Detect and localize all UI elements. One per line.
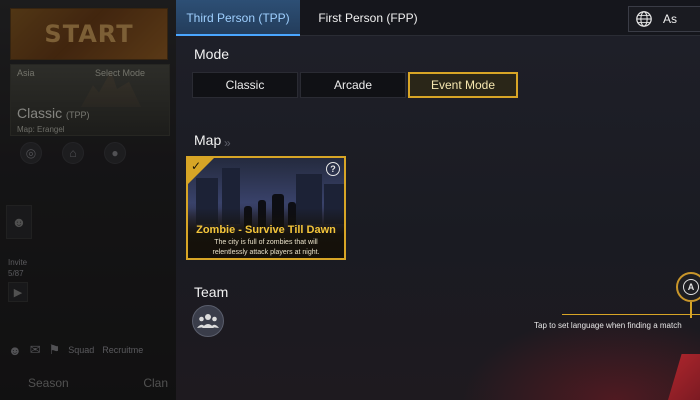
corner-decoration bbox=[668, 354, 700, 400]
start-button-label: START bbox=[44, 20, 134, 48]
flag-icon[interactable]: ⚑ bbox=[49, 342, 61, 358]
mode-options: Classic Arcade Event Mode bbox=[192, 72, 518, 98]
tab-third-person-label: Third Person (TPP) bbox=[186, 11, 290, 25]
invite-label: Invite bbox=[8, 258, 28, 267]
mode-option-classic[interactable]: Classic bbox=[192, 72, 298, 98]
team-matching-icon[interactable] bbox=[192, 305, 224, 337]
invite-count: 5/87 bbox=[8, 269, 24, 278]
language-a-icon: A bbox=[683, 279, 699, 295]
current-mode-view: (TPP) bbox=[66, 110, 90, 120]
season-tab[interactable]: Season bbox=[28, 376, 69, 390]
recruit-label[interactable]: Recruitme bbox=[102, 345, 143, 355]
map-card-title: Zombie - Survive Till Dawn bbox=[196, 224, 336, 236]
tab-first-person-label: First Person (FPP) bbox=[318, 11, 418, 25]
lobby-footer-tabs: Season Clan bbox=[28, 376, 168, 390]
tab-first-person[interactable]: First Person (FPP) bbox=[310, 0, 426, 36]
lobby-shortcut-icons: ◎ ⌂ ● bbox=[20, 142, 126, 164]
language-selector[interactable]: As bbox=[628, 6, 700, 32]
map-card-description: The city is full of zombies that will re… bbox=[212, 239, 320, 256]
pin-icon[interactable]: ● bbox=[104, 142, 126, 164]
map-card-zombie[interactable]: ✓ ? Zombie - Survive Till Dawn The city … bbox=[186, 156, 346, 260]
tip-divider bbox=[562, 314, 700, 315]
current-mode-name: Classic (TPP) bbox=[17, 105, 90, 121]
expand-arrow-icon[interactable]: ▶ bbox=[8, 282, 28, 302]
selected-mode-card[interactable]: Asia Select Mode Classic (TPP) Map: Eran… bbox=[10, 64, 170, 136]
mode-select-panel: Third Person (TPP) First Person (FPP) As… bbox=[176, 0, 700, 400]
mode-option-label: Arcade bbox=[333, 78, 373, 92]
select-mode-label: Select Mode bbox=[94, 68, 145, 78]
target-icon[interactable]: ◎ bbox=[20, 142, 42, 164]
help-icon[interactable]: ? bbox=[326, 162, 340, 176]
clan-tab[interactable]: Clan bbox=[143, 376, 168, 390]
map-expand-arrow-icon[interactable]: » bbox=[224, 136, 231, 150]
mode-option-label: Event Mode bbox=[430, 78, 496, 92]
lobby-side-panel: START Asia Select Mode Classic (TPP) Map… bbox=[0, 0, 176, 400]
map-section-title: Map bbox=[194, 132, 222, 148]
mode-option-event-mode[interactable]: Event Mode bbox=[408, 72, 518, 98]
mode-option-arcade[interactable]: Arcade bbox=[300, 72, 406, 98]
home-icon[interactable]: ⌂ bbox=[62, 142, 84, 164]
mode-section-title: Mode bbox=[194, 46, 230, 62]
mode-option-label: Classic bbox=[225, 78, 265, 92]
start-button[interactable]: START bbox=[10, 8, 168, 60]
team-section-title: Team bbox=[194, 284, 229, 300]
friends-icon[interactable]: ☻ bbox=[8, 343, 22, 358]
invite-info: Invite 5/87 bbox=[8, 257, 27, 279]
globe-icon bbox=[636, 11, 652, 27]
match-language-button[interactable]: A bbox=[676, 272, 700, 318]
lobby-bottom-row: ☻ ✉ ⚑ Squad Recruitme bbox=[8, 342, 143, 358]
language-tip: Tap to set language when finding a match bbox=[534, 321, 682, 330]
squad-label[interactable]: Squad bbox=[68, 345, 94, 355]
language-code: As bbox=[663, 12, 678, 26]
add-friend-icon[interactable]: ☻ bbox=[6, 205, 32, 239]
tab-third-person[interactable]: Third Person (TPP) bbox=[176, 0, 300, 36]
perspective-tab-bar: Third Person (TPP) First Person (FPP) As bbox=[176, 0, 700, 36]
region-label: Asia bbox=[17, 68, 35, 78]
check-icon: ✓ bbox=[191, 159, 202, 173]
group-icon bbox=[197, 314, 219, 328]
current-map-name: Map: Erangel bbox=[17, 125, 65, 134]
chat-icon[interactable]: ✉ bbox=[30, 342, 41, 358]
